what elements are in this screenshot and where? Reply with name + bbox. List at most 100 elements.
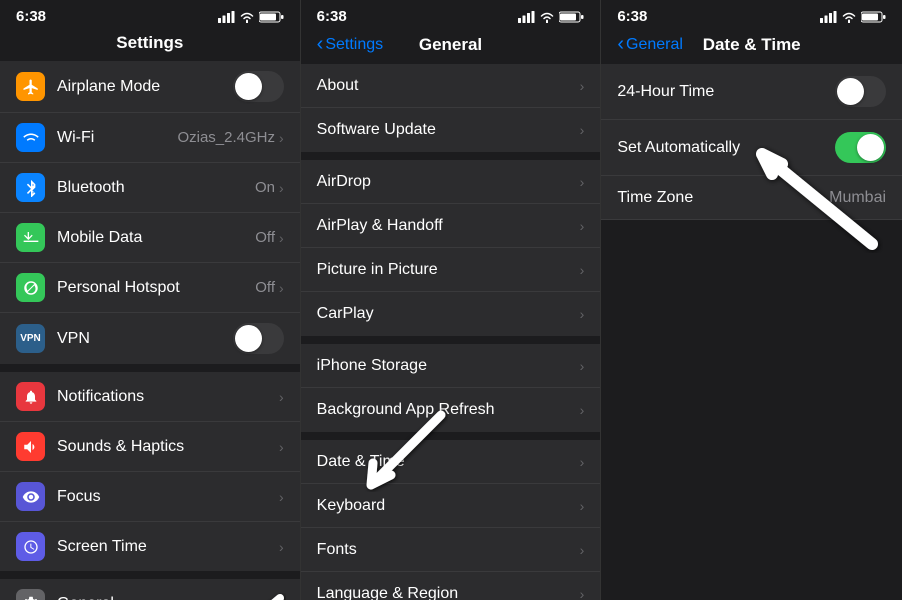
row-notifications[interactable]: Notifications › — [0, 372, 300, 422]
battery-icon-3 — [861, 11, 886, 23]
row-wifi[interactable]: Wi-Fi Ozias_2.4GHz › — [0, 113, 300, 163]
general-header: ‹ Settings General — [301, 29, 601, 64]
airplay-label: AirPlay & Handoff — [317, 217, 580, 235]
general-group-4: Date & Time › Keyboard › Fonts › Languag… — [301, 440, 601, 600]
row-set-auto[interactable]: Set Automatically — [601, 120, 902, 176]
cellular-icon-3 — [820, 11, 837, 23]
wifi-label: Wi-Fi — [57, 129, 177, 147]
general-title: General — [419, 35, 482, 55]
general-list: About › Software Update › AirDrop › AirP… — [301, 64, 601, 600]
screen-time-label: Screen Time — [57, 538, 279, 556]
general-group-1: About › Software Update › — [301, 64, 601, 152]
timezone-value: Mumbai — [829, 189, 886, 207]
back-to-settings[interactable]: ‹ Settings — [317, 33, 383, 56]
row-hotspot[interactable]: Personal Hotspot Off › — [0, 263, 300, 313]
bg-refresh-label: Background App Refresh — [317, 401, 580, 419]
row-airplane-mode[interactable]: Airplane Mode — [0, 61, 300, 113]
row-airplay[interactable]: AirPlay & Handoff › — [301, 204, 601, 248]
datetime-group-1: 24-Hour Time Set Automatically Time Zone… — [601, 64, 902, 220]
bluetooth-value: On — [255, 179, 275, 196]
fonts-label: Fonts — [317, 541, 580, 559]
datetime-title: Date & Time — [703, 35, 801, 55]
general-group-3: iPhone Storage › Background App Refresh … — [301, 344, 601, 432]
date-time-label: Date & Time — [317, 453, 580, 471]
settings-list: Airplane Mode Wi-Fi Ozias_2.4GHz › Bluet… — [0, 61, 300, 600]
keyboard-label: Keyboard — [317, 497, 580, 515]
row-general[interactable]: General › — [0, 579, 300, 600]
status-time-2: 6:38 — [317, 8, 347, 25]
bluetooth-chevron: › — [279, 180, 284, 196]
panel-datetime: 6:38 ‹ General Date & Time — [601, 0, 902, 600]
row-vpn[interactable]: VPN VPN — [0, 313, 300, 364]
row-bluetooth[interactable]: Bluetooth On › — [0, 163, 300, 213]
status-time-1: 6:38 — [16, 8, 46, 25]
general-group-2: AirDrop › AirPlay & Handoff › Picture in… — [301, 160, 601, 336]
back-general-label: General — [626, 36, 683, 54]
airplane-toggle[interactable] — [233, 71, 284, 102]
iphone-storage-label: iPhone Storage — [317, 357, 580, 375]
row-language[interactable]: Language & Region › — [301, 572, 601, 600]
mobile-data-label: Mobile Data — [57, 229, 255, 247]
row-24hour[interactable]: 24-Hour Time — [601, 64, 902, 120]
settings-group-alerts: Notifications › Sounds & Haptics › Focus… — [0, 372, 300, 571]
row-fonts[interactable]: Fonts › — [301, 528, 601, 572]
wifi-icon-2 — [539, 11, 555, 23]
row-sounds[interactable]: Sounds & Haptics › — [0, 422, 300, 472]
set-auto-toggle[interactable] — [835, 132, 886, 163]
bluetooth-label: Bluetooth — [57, 179, 255, 197]
cellular-icon — [218, 11, 235, 23]
set-auto-label: Set Automatically — [617, 139, 835, 157]
status-icons-1 — [218, 11, 284, 23]
airdrop-label: AirDrop — [317, 173, 580, 191]
row-screen-time[interactable]: Screen Time › — [0, 522, 300, 571]
status-time-3: 6:38 — [617, 8, 647, 25]
general-label: General — [57, 595, 279, 600]
settings-group-connectivity: Airplane Mode Wi-Fi Ozias_2.4GHz › Bluet… — [0, 61, 300, 364]
24hour-toggle[interactable] — [835, 76, 886, 107]
notifications-chevron: › — [279, 389, 284, 405]
row-airdrop[interactable]: AirDrop › — [301, 160, 601, 204]
screen-time-chevron: › — [279, 539, 284, 555]
cellular-icon-2 — [518, 11, 535, 23]
row-bg-refresh[interactable]: Background App Refresh › — [301, 388, 601, 432]
notifications-icon — [16, 382, 45, 411]
wifi-icon — [16, 123, 45, 152]
timezone-label: Time Zone — [617, 189, 829, 207]
row-iphone-storage[interactable]: iPhone Storage › — [301, 344, 601, 388]
24hour-label: 24-Hour Time — [617, 83, 835, 101]
datetime-list: 24-Hour Time Set Automatically Time Zone… — [601, 64, 902, 600]
row-mobile-data[interactable]: Mobile Data Off › — [0, 213, 300, 263]
carplay-label: CarPlay — [317, 305, 580, 323]
battery-icon — [259, 11, 284, 23]
bluetooth-icon — [16, 173, 45, 202]
row-pip[interactable]: Picture in Picture › — [301, 248, 601, 292]
about-label: About — [317, 77, 580, 95]
row-keyboard[interactable]: Keyboard › — [301, 484, 601, 528]
wifi-icon-3 — [841, 11, 857, 23]
vpn-icon: VPN — [16, 324, 45, 353]
row-software-update[interactable]: Software Update › — [301, 108, 601, 152]
row-about[interactable]: About › — [301, 64, 601, 108]
vpn-toggle[interactable] — [233, 323, 284, 354]
row-focus[interactable]: Focus › — [0, 472, 300, 522]
general-icon — [16, 589, 45, 600]
status-bar-2: 6:38 — [301, 0, 601, 29]
general-chevron: › — [279, 596, 284, 600]
screen-time-icon — [16, 532, 45, 561]
back-to-general[interactable]: ‹ General — [617, 33, 683, 56]
mobile-data-icon — [16, 223, 45, 252]
sounds-icon — [16, 432, 45, 461]
panel-settings: 6:38 Settings — [0, 0, 301, 600]
row-timezone[interactable]: Time Zone Mumbai — [601, 176, 902, 220]
pip-label: Picture in Picture — [317, 261, 580, 279]
row-carplay[interactable]: CarPlay › — [301, 292, 601, 336]
wifi-chevron: › — [279, 130, 284, 146]
datetime-header: ‹ General Date & Time — [601, 29, 902, 64]
row-date-time[interactable]: Date & Time › — [301, 440, 601, 484]
notifications-label: Notifications — [57, 388, 279, 406]
hotspot-label: Personal Hotspot — [57, 279, 255, 297]
settings-group-system: General › Control Centre › — [0, 579, 300, 600]
airplane-icon — [16, 72, 45, 101]
software-update-label: Software Update — [317, 121, 580, 139]
focus-label: Focus — [57, 488, 279, 506]
